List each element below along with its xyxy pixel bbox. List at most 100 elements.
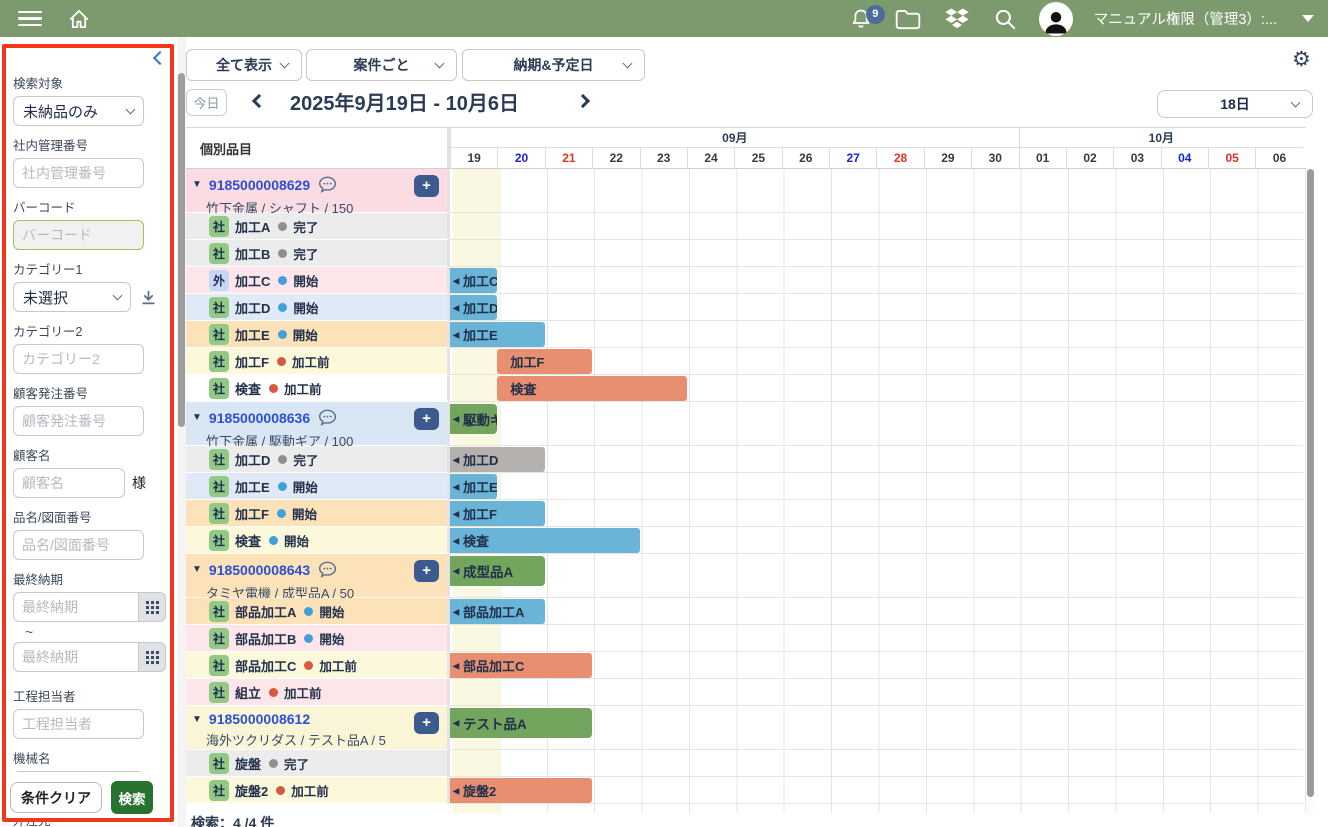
folder-icon[interactable] xyxy=(894,7,922,31)
search-icon[interactable] xyxy=(992,6,1018,32)
continues-left-icon: ◀ xyxy=(453,455,459,464)
user-avatar[interactable] xyxy=(1039,2,1073,36)
gantt-task-bar[interactable]: ◀旋盤2 xyxy=(450,778,592,803)
gantt-task-bar[interactable]: ◀加工E xyxy=(450,474,497,499)
date-type-dropdown[interactable]: 納期&予定日 xyxy=(462,49,645,81)
search-target-select[interactable]: 未納品のみ xyxy=(13,96,144,126)
settings-gear-icon[interactable]: ⚙ xyxy=(1292,49,1311,70)
item-name-input[interactable] xyxy=(13,530,144,560)
bar-label: 部品加工C xyxy=(463,656,524,675)
category2-input[interactable] xyxy=(13,344,144,374)
today-button[interactable]: 今日 xyxy=(186,89,227,116)
comment-bubble-icon[interactable] xyxy=(317,559,338,580)
task-list-cell[interactable]: 社加工D開始 xyxy=(186,294,450,321)
task-list-cell[interactable]: 社旋盤完了 xyxy=(186,750,450,777)
task-list-cell[interactable]: 社検査加工前 xyxy=(186,375,450,402)
user-role-label[interactable]: マニュアル権限（管理3）:... xyxy=(1094,8,1277,29)
bar-label: 成型品A xyxy=(463,561,513,581)
add-process-button[interactable]: + xyxy=(414,560,439,582)
comment-bubble-icon[interactable] xyxy=(317,407,338,428)
dropbox-icon[interactable] xyxy=(943,7,971,31)
next-period-icon[interactable] xyxy=(576,94,590,108)
gantt-cell: ◀旋盤2 xyxy=(450,777,1303,804)
group-header-cell[interactable]: ▼9185000008612+海外ツクリダス / テスト品A / 5 xyxy=(186,706,450,750)
category1-select[interactable]: 未選択 xyxy=(13,282,131,312)
collapse-triangle-icon[interactable]: ▼ xyxy=(192,714,202,725)
task-list-cell[interactable]: 社旋盤2加工前 xyxy=(186,777,450,804)
task-list-cell[interactable]: 社部品加工A開始 xyxy=(186,598,450,625)
customer-name-input[interactable] xyxy=(13,468,125,498)
task-list-cell[interactable]: 社加工B完了 xyxy=(186,240,450,267)
barcode-input[interactable] xyxy=(13,220,144,250)
gantt-scrollbar[interactable] xyxy=(1306,169,1314,813)
gantt-task-bar[interactable]: 加工F xyxy=(497,349,592,374)
due-date-from-input[interactable] xyxy=(13,592,139,622)
gantt-task-row: 社検査加工前 検査 xyxy=(186,375,1306,402)
task-list-cell[interactable]: 社加工F開始 xyxy=(186,500,450,527)
customer-order-no-input[interactable] xyxy=(13,406,144,436)
task-list-cell[interactable]: 社加工A完了 xyxy=(186,213,450,240)
gantt-task-bar[interactable]: ◀部品加工C xyxy=(450,653,592,678)
gantt-task-bar[interactable]: ◀加工E xyxy=(450,322,545,347)
group-header-cell[interactable]: ▼9185000008643+タミヤ電機 / 成型品A / 50 xyxy=(186,554,450,598)
add-process-button[interactable]: + xyxy=(414,408,439,430)
category-expand-icon[interactable] xyxy=(141,290,156,305)
group-header-cell[interactable]: ▼9185000008636+竹下金属 / 駆動ギア / 100 xyxy=(186,402,450,446)
task-list-cell[interactable]: 社加工D完了 xyxy=(186,446,450,473)
gantt-task-bar[interactable]: 検査 xyxy=(497,376,687,401)
item-number-link[interactable]: 9185000008636 xyxy=(209,410,310,426)
add-process-button[interactable]: + xyxy=(414,712,439,734)
item-number-link[interactable]: 9185000008612 xyxy=(209,711,310,727)
hamburger-menu-icon[interactable] xyxy=(18,11,42,27)
calendar-picker-icon[interactable] xyxy=(139,642,166,672)
gantt-scrollbar-thumb[interactable] xyxy=(1307,169,1314,797)
gantt-group-bar[interactable]: ◀成型品A xyxy=(450,556,545,586)
process-staff-input[interactable] xyxy=(13,709,144,739)
user-menu-caret-icon[interactable] xyxy=(1302,15,1314,22)
collapse-triangle-icon[interactable]: ▼ xyxy=(192,412,202,423)
group-header-cell[interactable]: ▼9185000008629+竹下金属 / シャフト / 150 xyxy=(186,169,450,213)
group-by-dropdown[interactable]: 案件ごと xyxy=(306,49,457,81)
gantt-group-bar[interactable]: ◀駆動ギア xyxy=(450,404,497,434)
continues-left-icon: ◀ xyxy=(453,536,459,545)
collapse-triangle-icon[interactable]: ▼ xyxy=(192,564,202,575)
task-list-cell[interactable]: 社加工F加工前 xyxy=(186,348,450,375)
gantt-task-bar[interactable]: ◀加工C xyxy=(450,268,497,293)
process-name: 部品加工A xyxy=(235,602,296,621)
search-filter-sidebar: 検索対象 未納品のみ 社内管理番号 バーコード カテゴリー1 未選択 xyxy=(0,37,177,827)
task-list-cell[interactable]: 社加工E開始 xyxy=(186,321,450,348)
clear-conditions-button[interactable]: 条件クリア xyxy=(10,782,102,813)
due-date-to-input[interactable] xyxy=(13,642,139,672)
sidebar-scrollbar[interactable] xyxy=(177,37,186,827)
gantt-cell: 加工F xyxy=(450,348,1303,375)
notifications-bell-icon[interactable]: 9 xyxy=(849,7,873,31)
task-list-cell[interactable]: 外加工C開始 xyxy=(186,267,450,294)
sidebar-scrollbar-thumb[interactable] xyxy=(178,73,185,427)
prev-period-icon[interactable] xyxy=(252,94,266,108)
process-name: 旋盤2 xyxy=(235,781,268,800)
gantt-task-bar[interactable]: ◀部品加工A xyxy=(450,599,545,624)
gantt-task-bar[interactable]: ◀加工D xyxy=(450,295,497,320)
add-process-button[interactable]: + xyxy=(414,175,439,197)
internal-no-input[interactable] xyxy=(13,158,144,188)
item-number-link[interactable]: 9185000008629 xyxy=(209,177,310,193)
period-length-select[interactable]: 18日 xyxy=(1157,90,1313,118)
search-button[interactable]: 検索 xyxy=(111,781,153,814)
gantt-group-bar[interactable]: ◀テスト品A xyxy=(450,708,592,738)
task-list-cell[interactable]: 社組立加工前 xyxy=(186,679,450,706)
task-list-cell[interactable]: 社部品加工C加工前 xyxy=(186,652,450,679)
gantt-task-row: 社加工A完了 xyxy=(186,213,1306,240)
day-header-cell: 02 xyxy=(1066,148,1113,169)
calendar-picker-icon[interactable] xyxy=(139,592,166,622)
gantt-task-bar[interactable]: ◀加工D xyxy=(450,447,545,472)
gantt-task-bar[interactable]: ◀加工F xyxy=(450,501,545,526)
display-filter-dropdown[interactable]: 全て表示 xyxy=(186,49,302,81)
comment-bubble-icon[interactable] xyxy=(317,174,338,195)
task-list-cell[interactable]: 社加工E開始 xyxy=(186,473,450,500)
gantt-task-bar[interactable]: ◀検査 xyxy=(450,528,640,553)
collapse-triangle-icon[interactable]: ▼ xyxy=(192,179,202,190)
item-number-link[interactable]: 9185000008643 xyxy=(209,562,310,578)
task-list-cell[interactable]: 社部品加工B開始 xyxy=(186,625,450,652)
task-list-cell[interactable]: 社検査開始 xyxy=(186,527,450,554)
home-icon[interactable] xyxy=(66,6,92,32)
